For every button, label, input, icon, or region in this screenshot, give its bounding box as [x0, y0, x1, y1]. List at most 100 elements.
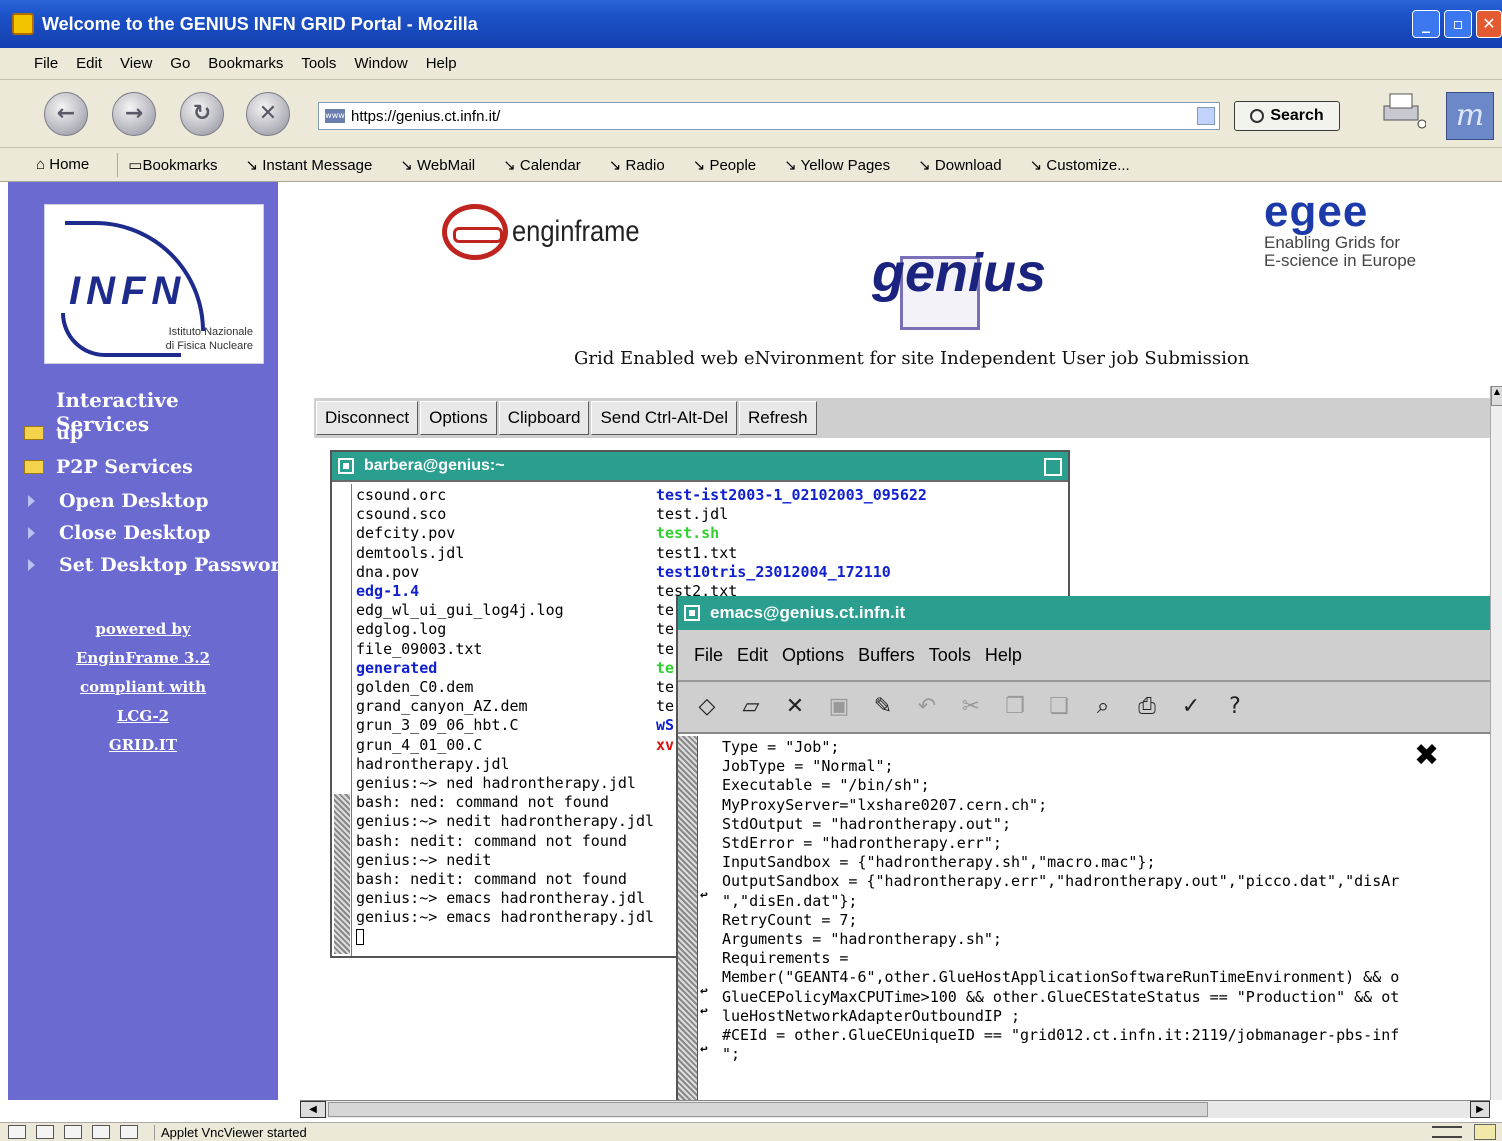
- emacs-window[interactable]: emacs@genius.ct.infn.it File Edit Option…: [676, 596, 1496, 1104]
- instant-message-link[interactable]: ↘ Instant Message: [245, 156, 386, 174]
- forward-button[interactable]: →: [112, 92, 156, 136]
- save-icon[interactable]: ▣: [824, 692, 854, 722]
- help-icon[interactable]: ?: [1220, 692, 1250, 722]
- mozilla-throbber-icon[interactable]: m: [1446, 92, 1494, 140]
- terminal-line: demtools.jdl: [356, 543, 465, 562]
- terminal-line: bash: nedit: command not found: [356, 831, 627, 850]
- new-file-icon[interactable]: ◇: [692, 692, 722, 722]
- print-icon[interactable]: ⎙: [1132, 692, 1162, 722]
- mozilla-app-icon: [12, 13, 34, 35]
- search-button[interactable]: Search: [1234, 101, 1340, 131]
- open-folder-icon[interactable]: ▱: [736, 692, 766, 722]
- clipboard-button[interactable]: Clipboard: [498, 401, 590, 435]
- disconnect-button[interactable]: Disconnect: [316, 401, 419, 435]
- online-status-icon[interactable]: [1432, 1126, 1462, 1138]
- emacs-buffer-text[interactable]: Type = "Job"; JobType = "Normal"; Executab…: [722, 738, 1496, 1064]
- cut-icon[interactable]: ✂: [956, 692, 986, 722]
- home-link[interactable]: ⌂ Home: [36, 156, 103, 173]
- page-horizontal-scrollbar[interactable]: ◀ ▶: [300, 1100, 1490, 1118]
- lcg2-link[interactable]: LCG-2: [8, 707, 278, 725]
- composer-icon[interactable]: [92, 1125, 110, 1139]
- search-icon: [1250, 109, 1265, 123]
- compliant-with-link[interactable]: compliant with: [8, 678, 278, 696]
- undo-icon[interactable]: ↶: [912, 692, 942, 722]
- enginframe-link[interactable]: EnginFrame 3.2: [8, 649, 278, 667]
- navigator-icon[interactable]: [8, 1125, 26, 1139]
- emacs-menu-tools[interactable]: Tools: [929, 645, 971, 666]
- xterm-scroll-thumb[interactable]: [334, 794, 350, 954]
- security-lock-icon[interactable]: [1474, 1124, 1496, 1140]
- webmail-link[interactable]: ↘ WebMail: [400, 156, 489, 174]
- vnc-desktop[interactable]: barbera@genius:~ csound.orc csound.sco def…: [314, 438, 1496, 1104]
- close-button[interactable]: ✕: [1476, 10, 1502, 38]
- yellow-pages-link[interactable]: ↘ Yellow Pages: [784, 156, 904, 174]
- terminal-line: dna.pov: [356, 562, 420, 581]
- emacs-menu-options[interactable]: Options: [782, 645, 844, 666]
- maximize-icon[interactable]: [1044, 458, 1062, 476]
- refresh-button[interactable]: Refresh: [739, 401, 817, 435]
- emacs-titlebar[interactable]: emacs@genius.ct.infn.it: [678, 596, 1496, 630]
- copy-icon[interactable]: ❐: [1000, 692, 1030, 722]
- menu-tools[interactable]: Tools: [301, 55, 336, 72]
- page-vertical-scrollbar[interactable]: ▲: [1490, 386, 1502, 1100]
- print-icon[interactable]: [1378, 90, 1426, 130]
- paste-icon[interactable]: ❏: [1044, 692, 1074, 722]
- emacs-scrollbar[interactable]: [678, 736, 698, 1104]
- sidebar-item-set-desktop-password[interactable]: Set Desktop Password: [24, 554, 294, 576]
- emacs-menu-buffers[interactable]: Buffers: [858, 645, 915, 666]
- reload-button[interactable]: ↻: [180, 92, 224, 136]
- close-buffer-icon[interactable]: ✕: [780, 692, 810, 722]
- customize-icon[interactable]: ✓: [1176, 692, 1206, 722]
- xterm-scrollbar[interactable]: [332, 484, 352, 956]
- options-button[interactable]: Options: [420, 401, 497, 435]
- menu-view[interactable]: View: [120, 55, 152, 72]
- im-icon[interactable]: [64, 1125, 82, 1139]
- window-menu-icon[interactable]: [338, 458, 354, 474]
- menu-file[interactable]: File: [34, 55, 58, 72]
- menu-go[interactable]: Go: [170, 55, 190, 72]
- menu-bookmarks[interactable]: Bookmarks: [208, 55, 283, 72]
- window-titlebar: Welcome to the GENIUS INFN GRID Portal -…: [0, 0, 1502, 48]
- back-button[interactable]: ←: [44, 92, 88, 136]
- xterm-titlebar[interactable]: barbera@genius:~: [332, 452, 1068, 482]
- terminal-line: csound.orc: [356, 486, 447, 504]
- menu-edit[interactable]: Edit: [76, 55, 102, 72]
- emacs-menu-file[interactable]: File: [694, 645, 723, 666]
- window-menu-icon[interactable]: [684, 605, 700, 621]
- save-as-icon[interactable]: ✎: [868, 692, 898, 722]
- url-dropdown-button[interactable]: [1197, 107, 1215, 125]
- scroll-right-arrow-icon[interactable]: ▶: [1470, 1101, 1490, 1118]
- emacs-menu-edit[interactable]: Edit: [737, 645, 768, 666]
- hscroll-thumb[interactable]: [328, 1102, 1208, 1117]
- menu-window[interactable]: Window: [354, 55, 407, 72]
- stop-button[interactable]: ✕: [246, 92, 290, 136]
- menu-help[interactable]: Help: [426, 55, 457, 72]
- maximize-button[interactable]: ▫: [1444, 10, 1472, 38]
- url-bar[interactable]: www: [318, 102, 1220, 130]
- mail-icon[interactable]: [36, 1125, 54, 1139]
- sidebar-item-up[interactable]: up: [24, 422, 83, 444]
- infn-logo: INFN Istituto Nazionale di Fisica Nuclea…: [44, 204, 264, 364]
- sidebar-item-close-desktop[interactable]: Close Desktop: [24, 522, 211, 544]
- search-icon[interactable]: ⌕: [1088, 692, 1118, 722]
- people-link[interactable]: ↘ People: [693, 156, 770, 174]
- customize-link[interactable]: ↘ Customize...: [1030, 156, 1144, 174]
- download-link[interactable]: ↘ Download: [918, 156, 1015, 174]
- address-book-icon[interactable]: [120, 1125, 138, 1139]
- send-ctrl-alt-del-button[interactable]: Send Ctrl-Alt-Del: [591, 401, 738, 435]
- minimize-button[interactable]: _: [1412, 10, 1440, 38]
- bookmarks-link[interactable]: ▭Bookmarks: [128, 156, 231, 174]
- radio-link[interactable]: ↘ Radio: [609, 156, 679, 174]
- sidebar-item-p2p-services[interactable]: P2P Services: [24, 456, 193, 478]
- url-input[interactable]: [351, 107, 1211, 125]
- sidebar-item-open-desktop[interactable]: Open Desktop: [24, 490, 209, 512]
- calendar-link[interactable]: ↘ Calendar: [503, 156, 595, 174]
- scroll-left-arrow-icon[interactable]: ◀: [300, 1101, 326, 1118]
- home-label: Home: [49, 156, 90, 173]
- gridit-link[interactable]: GRID.IT: [8, 736, 278, 754]
- powered-by-link[interactable]: powered by: [8, 620, 278, 638]
- emacs-menu-help[interactable]: Help: [985, 645, 1022, 666]
- scroll-up-arrow-icon[interactable]: ▲: [1491, 386, 1502, 406]
- xterm-listing-col1: csound.orc csound.sco defcity.pov demtools.…: [356, 486, 656, 928]
- egee-logo-text: egee: [1264, 187, 1369, 236]
